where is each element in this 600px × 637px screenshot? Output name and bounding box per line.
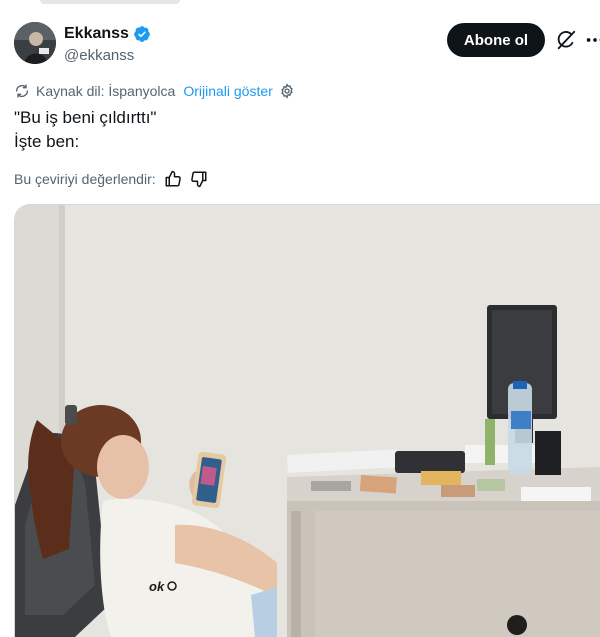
avatar[interactable] xyxy=(14,22,56,64)
author-display-name[interactable]: Ekkanss xyxy=(64,24,129,44)
author-info: Ekkanss @ekkanss xyxy=(64,24,151,66)
thumbs-up-icon[interactable] xyxy=(164,170,182,188)
grok-icon[interactable] xyxy=(555,29,577,51)
more-options-icon[interactable] xyxy=(584,29,600,51)
post-header: Ekkanss @ekkanss Abone ol xyxy=(14,20,600,68)
previous-post-edge xyxy=(0,0,600,4)
verified-badge-icon xyxy=(133,25,151,43)
gear-icon[interactable] xyxy=(279,83,295,99)
author-handle[interactable]: @ekkanss xyxy=(64,46,151,66)
post-media-photo[interactable]: ok xyxy=(14,204,600,637)
tweet-text: "Bu iş beni çıldırttı" İşte ben: xyxy=(14,106,156,154)
translate-icon xyxy=(14,83,30,99)
translation-info: Kaynak dil: İspanyolca Orijinali göster xyxy=(14,81,295,101)
rate-translation-label: Bu çeviriyi değerlendir: xyxy=(14,171,156,187)
rate-translation: Bu çeviriyi değerlendir: xyxy=(14,168,208,190)
follow-button[interactable]: Abone ol xyxy=(447,23,545,57)
thumbs-down-icon[interactable] xyxy=(190,170,208,188)
shirt-print-text: ok xyxy=(149,579,165,594)
tweet-text-line: İşte ben: xyxy=(14,130,156,154)
source-language-label: Kaynak dil: İspanyolca xyxy=(36,83,175,99)
tweet-text-line: "Bu iş beni çıldırttı" xyxy=(14,106,156,130)
show-original-link[interactable]: Orijinali göster xyxy=(183,83,272,99)
